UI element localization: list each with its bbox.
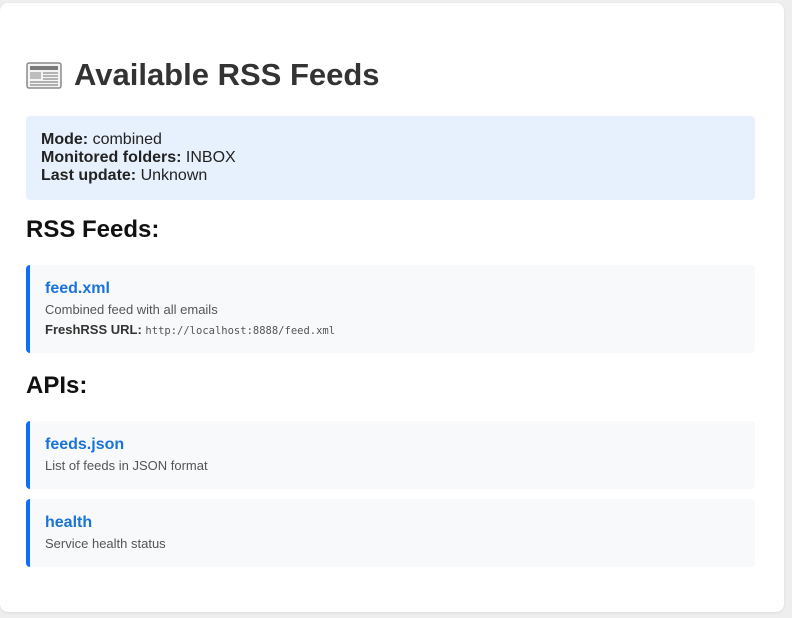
folders-row: Monitored folders: INBOX	[41, 149, 740, 167]
rss-feeds-heading: RSS Feeds:	[26, 216, 160, 243]
feed-url-value: http://localhost:8888/feed.xml	[145, 325, 336, 337]
feed-item: feed.xml Combined feed with all emails F…	[26, 265, 755, 353]
api-item: feeds.json List of feeds in JSON format	[26, 421, 755, 489]
feed-description: Combined feed with all emails	[45, 302, 218, 317]
api-description: Service health status	[45, 536, 166, 551]
info-box: Mode: combined Monitored folders: INBOX …	[26, 116, 755, 200]
page-title-text: Available RSS Feeds	[74, 57, 380, 92]
page-title: Available RSS Feeds	[26, 55, 380, 95]
newspaper-icon	[26, 60, 64, 90]
folders-value: INBOX	[185, 149, 236, 166]
update-label: Last update:	[41, 167, 137, 184]
update-row: Last update: Unknown	[41, 167, 740, 185]
feed-url-row: FreshRSS URL: http://localhost:8888/feed…	[45, 322, 740, 339]
folders-label: Monitored folders:	[41, 149, 182, 166]
feed-url-label: FreshRSS URL:	[45, 322, 142, 337]
apis-heading: APIs:	[26, 372, 88, 399]
api-description: List of feeds in JSON format	[45, 458, 208, 473]
mode-row: Mode: combined	[41, 131, 740, 149]
api-link[interactable]: feeds.json	[45, 435, 740, 455]
main-card: Available RSS Feeds Mode: combined Monit…	[0, 3, 784, 612]
mode-value: combined	[92, 131, 162, 148]
api-item: health Service health status	[26, 499, 755, 567]
update-value: Unknown	[140, 167, 208, 184]
mode-label: Mode:	[41, 131, 89, 148]
api-link[interactable]: health	[45, 513, 740, 533]
feed-link[interactable]: feed.xml	[45, 279, 740, 299]
